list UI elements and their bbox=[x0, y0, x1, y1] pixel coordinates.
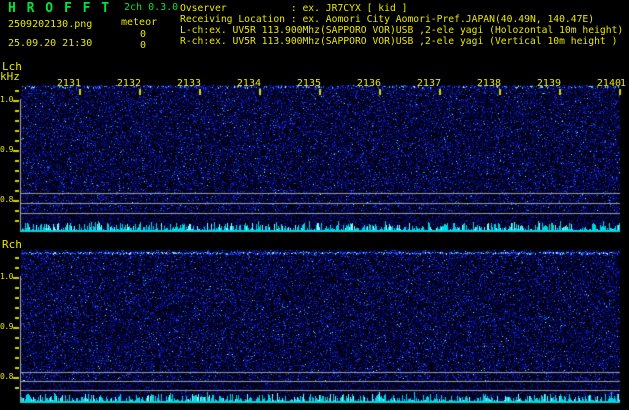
frequency-label: 0.8 bbox=[0, 372, 13, 381]
time-label: 2131 bbox=[56, 78, 81, 89]
time-label: 2134 bbox=[236, 78, 261, 89]
spectrogram-canvas bbox=[0, 0, 629, 410]
time-label-partial: 1 bbox=[620, 79, 627, 89]
time-label: 2139 bbox=[536, 78, 561, 89]
time-label: 2132 bbox=[116, 78, 141, 89]
app-title: H R O F F T bbox=[8, 1, 111, 16]
time-label: 2135 bbox=[296, 78, 321, 89]
frequency-label: 0.9 bbox=[0, 322, 13, 331]
version-label: 2ch 0.3.0 bbox=[124, 2, 179, 13]
time-label: 2137 bbox=[416, 78, 441, 89]
frequency-label: 1.0 bbox=[0, 95, 13, 104]
khz-unit-label: kHz bbox=[0, 70, 20, 83]
time-label: 2136 bbox=[356, 78, 381, 89]
datetime-label: 25.09.20 21:30 bbox=[8, 38, 93, 49]
time-label: 2140 bbox=[596, 78, 621, 89]
hrofft-window: H R O F F T 2ch 0.3.0 2509202130.png met… bbox=[0, 0, 629, 410]
frequency-label: 1.0 bbox=[0, 272, 13, 281]
rch-meteor-count: 0 bbox=[139, 40, 147, 51]
frequency-label: 0.9 bbox=[0, 145, 13, 154]
frequency-label: 0.8 bbox=[0, 195, 13, 204]
time-label: 2138 bbox=[476, 78, 501, 89]
rch-config-line: R-ch:ex. UV5R 113.900Mhz(SAPPORO VOR)USB… bbox=[180, 36, 618, 47]
location-line: Receiving Location : ex. Aomori City Aom… bbox=[180, 14, 595, 25]
rch-panel-label: Rch bbox=[2, 238, 22, 251]
observer-line: Ovserver : ex. JR7CYX [ kid ] bbox=[180, 3, 408, 14]
time-label: 2133 bbox=[176, 78, 201, 89]
filename-label: 2509202130.png bbox=[8, 19, 93, 30]
lch-config-line: L-ch:ex. UV5R 113.900Mhz(SAPPORO VOR)USB… bbox=[180, 25, 624, 36]
mode-label: meteor bbox=[121, 17, 158, 28]
lch-meteor-count: 0 bbox=[139, 29, 147, 40]
